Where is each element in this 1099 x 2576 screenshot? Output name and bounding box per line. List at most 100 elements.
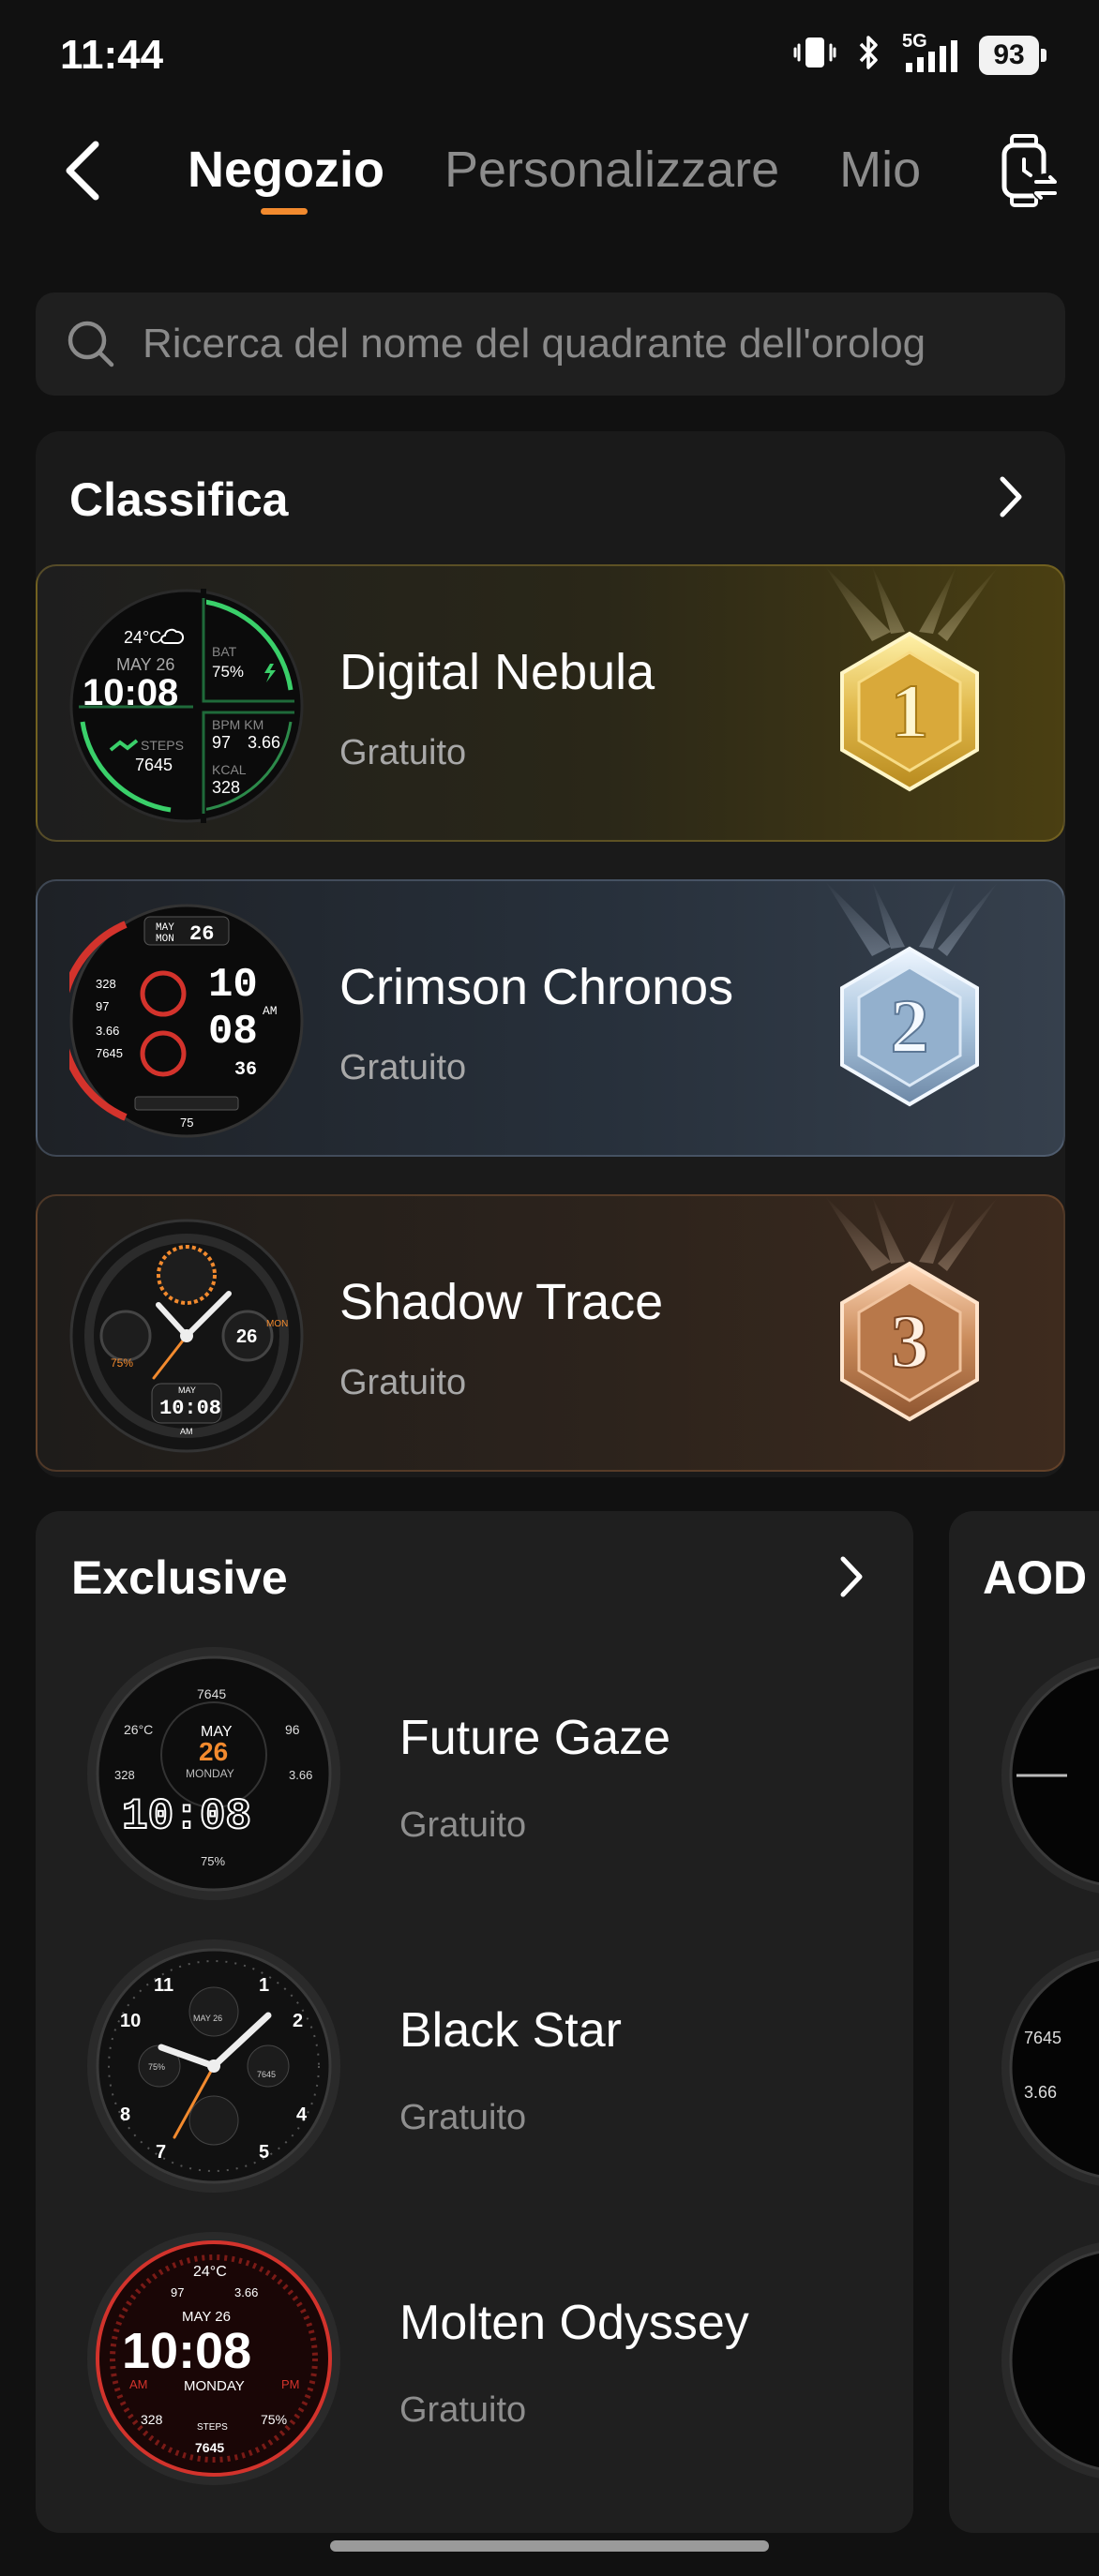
face-date: 26: [199, 1737, 228, 1766]
face-kcal: 328: [114, 1768, 135, 1782]
face-time: 10:08: [159, 1397, 221, 1420]
face-n11: 11: [154, 1975, 173, 1996]
face-kcal-label: KCAL: [212, 762, 247, 777]
aod-watch-face-3[interactable]: [1000, 2239, 1099, 2482]
watch-face-molten-odyssey: 24°C 97 3.66 MAY 26 10:08 AM PM MONDAY 3…: [87, 2232, 340, 2485]
face-bat: 75%: [201, 1854, 225, 1868]
face-date: 26: [189, 922, 214, 946]
tab-personalizzare[interactable]: Personalizzare: [444, 141, 779, 199]
face-n5: 5: [259, 2142, 269, 2163]
tab-label: Personalizzare: [444, 142, 780, 198]
face-bat: 75%: [261, 2412, 287, 2427]
face-bpm: 97: [96, 999, 109, 1013]
face-bat: 75%: [212, 663, 244, 681]
watch-face-black-star: 11 1 10 2 8 4 7 5 MAY 26 75% 7645: [87, 1939, 340, 2193]
chevron-right-icon: [840, 1556, 863, 1597]
exclusive-item-future-gaze[interactable]: 7645 26°C 96 MAY 26 MONDAY 328 3.66 10:0…: [84, 1644, 835, 1907]
watchface-price: Gratuito: [399, 1805, 527, 1845]
watchface-price: Gratuito: [339, 1363, 467, 1402]
face-bat: 75%: [148, 2062, 165, 2072]
watchface-name: Crimson Chronos: [339, 959, 734, 1015]
tab-mio[interactable]: Mio: [839, 141, 921, 199]
face-temp: 26°C: [124, 1722, 153, 1737]
ranking-more-button[interactable]: [983, 469, 1039, 525]
face-date: MAY 26: [193, 2014, 222, 2023]
watchface-name: Future Gaze: [399, 1711, 671, 1765]
face-bpm: 96: [285, 1722, 300, 1737]
watch-face-crimson-chronos: MAY MON 26 10 08 AM 36 328 97 3.66 7645 …: [69, 904, 304, 1138]
status-bar: 11:44 5G 93: [0, 0, 1099, 112]
face-steps: 7645: [195, 2440, 224, 2455]
face-time: 10:08: [83, 672, 178, 713]
aod-title: AOD: [983, 1551, 1088, 1604]
face-hour: 10: [208, 962, 258, 1009]
search-bar[interactable]: [36, 292, 1065, 396]
aod-watch-face-2[interactable]: 7645 3.66: [1000, 1946, 1099, 2190]
face-kcal: 328: [212, 778, 240, 797]
face-pm: PM: [281, 2377, 300, 2391]
face-month: MAY: [156, 922, 174, 934]
face-date: MAY 26: [116, 655, 174, 674]
chevron-left-icon: [66, 141, 99, 201]
ranking-title: Classifica: [69, 473, 289, 526]
watchface-name: Digital Nebula: [339, 644, 655, 700]
ranking-card-1[interactable]: 24°C MAY 26 10:08 BAT 75% BPM KM 97 3.66…: [36, 564, 1065, 842]
exclusive-section: Exclusive 7645 26°C 96 MAY 26 MONDAY 328…: [36, 1511, 913, 2533]
exclusive-item-molten-odyssey[interactable]: 24°C 97 3.66 MAY 26 10:08 AM PM MONDAY 3…: [84, 2229, 835, 2492]
search-input[interactable]: [143, 321, 1043, 367]
face-temp: 24°C: [124, 628, 161, 647]
face-day: MON: [156, 934, 174, 945]
ranking-card-2[interactable]: MAY MON 26 10 08 AM 36 328 97 3.66 7645 …: [36, 879, 1065, 1157]
face-bpm: 97: [212, 733, 231, 752]
chevron-right-icon: [1000, 476, 1022, 517]
face-day: MON: [266, 1319, 288, 1329]
face-steps: 7645: [257, 2070, 276, 2079]
watchface-price: Gratuito: [339, 1048, 467, 1087]
watchface-price: Gratuito: [399, 2390, 527, 2430]
face-date: 26: [236, 1326, 257, 1347]
face-month: MAY: [178, 1385, 196, 1395]
gold-medal-icon: 1: [825, 566, 999, 792]
face-bpm: 97: [171, 2285, 184, 2299]
face-bat: 75%: [111, 1356, 133, 1370]
face-km: 3.66: [234, 2285, 258, 2299]
exclusive-item-black-star[interactable]: 11 1 10 2 8 4 7 5 MAY 26 75% 7645 Black …: [84, 1937, 835, 2199]
watch-face-future-gaze: 7645 26°C 96 MAY 26 MONDAY 328 3.66 10:0…: [87, 1647, 340, 1900]
status-time: 11:44: [60, 32, 164, 78]
face-n2: 2: [293, 2011, 303, 2031]
face-time: 10:08: [122, 1792, 251, 1841]
tab-negozio[interactable]: Negozio: [188, 141, 384, 215]
aod-watch-face-1[interactable]: [1000, 1654, 1099, 1897]
face-bpm-label: BPM KM: [212, 717, 263, 732]
medal-rank: 3: [891, 1298, 929, 1384]
face-am: AM: [129, 2377, 148, 2391]
face-kcal: 328: [141, 2412, 163, 2427]
face-n7: 7: [156, 2142, 166, 2163]
bronze-medal-icon: 3: [825, 1196, 999, 1422]
face-km: 3.66: [248, 733, 280, 752]
face-ampm: AM: [180, 1427, 193, 1436]
face-steps-label: STEPS: [197, 2422, 228, 2433]
watchface-price: Gratuito: [339, 733, 467, 772]
signal-icon: 5G: [902, 31, 960, 74]
home-indicator[interactable]: [330, 2540, 769, 2552]
medal-rank: 2: [891, 983, 929, 1069]
back-button[interactable]: [53, 133, 113, 208]
search-icon: [68, 321, 114, 367]
watch-sync-button[interactable]: [990, 129, 1065, 212]
watchface-name: Black Star: [399, 2003, 622, 2058]
watchface-name: Molten Odyssey: [399, 2296, 749, 2350]
face-km: 3.66: [289, 1768, 312, 1782]
watch-sync-icon: [1001, 134, 1060, 207]
exclusive-more-button[interactable]: [823, 1549, 880, 1605]
face-day: MONDAY: [186, 1767, 234, 1780]
silver-medal-icon: 2: [825, 881, 999, 1107]
battery-icon: 93: [979, 35, 1046, 75]
face-temp: 24°C: [193, 2264, 227, 2280]
face-steps: 7645: [197, 1686, 226, 1701]
watch-face-digital-nebula: 24°C MAY 26 10:08 BAT 75% BPM KM 97 3.66…: [69, 589, 304, 823]
medal-rank: 1: [891, 668, 929, 754]
aod-section: AOD 7645 3.66: [949, 1511, 1099, 2533]
ranking-card-3[interactable]: 26 MON 75% MAY 10:08 AM Shadow Trace Gra…: [36, 1194, 1065, 1472]
face-n4: 4: [296, 2104, 308, 2125]
